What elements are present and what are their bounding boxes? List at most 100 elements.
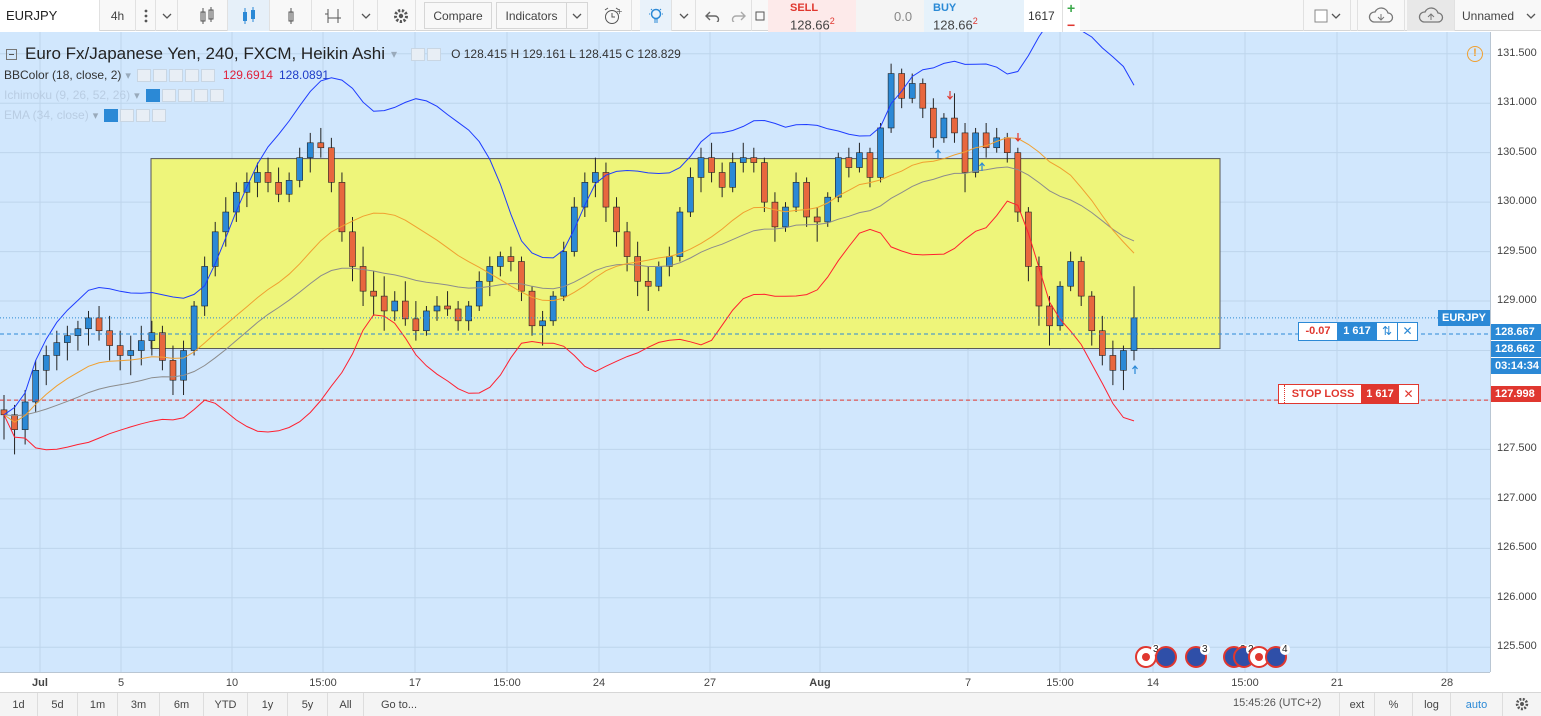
range-1y-button[interactable]: 1y: [248, 693, 288, 716]
save-cloud-icon[interactable]: [1407, 0, 1455, 31]
price-chart[interactable]: [0, 32, 1490, 672]
redo-icon[interactable]: [726, 0, 752, 31]
percent-scale-button[interactable]: %: [1375, 693, 1413, 716]
line-style-icon[interactable]: [312, 0, 354, 31]
sell-button[interactable]: SELL 128.662: [768, 0, 856, 36]
quantity-field[interactable]: 1617: [1024, 0, 1062, 36]
auto-scale-button[interactable]: auto: [1451, 693, 1503, 716]
collapse-legend-icon[interactable]: [6, 48, 17, 60]
candle-body: [95, 317, 103, 332]
ema-dropdown-icon[interactable]: ▾: [93, 109, 99, 122]
candle-body: [866, 152, 874, 178]
stop-loss-close-icon[interactable]: ✕: [1399, 385, 1418, 403]
candle-body: [211, 231, 219, 267]
ema-visibility-icon[interactable]: [104, 108, 119, 122]
goto-date-button[interactable]: Go to...: [364, 693, 434, 716]
position-pnl: -0.07: [1305, 325, 1331, 337]
bb-remove-icon[interactable]: [200, 68, 215, 82]
series-settings-icon[interactable]: [427, 47, 442, 61]
stop-loss-widget[interactable]: STOP LOSS 1 617 ✕: [1278, 384, 1419, 404]
ema-remove-icon[interactable]: [152, 108, 167, 122]
ema-add-icon[interactable]: [136, 108, 151, 122]
reverse-position-icon[interactable]: ⇅: [1377, 323, 1398, 340]
indicators-dropdown-icon[interactable]: [566, 2, 588, 29]
range-all-button[interactable]: All: [328, 693, 364, 716]
quantity-plus-button[interactable]: +: [1067, 0, 1075, 16]
interval-button[interactable]: 4h: [100, 0, 136, 31]
candle-body: [317, 142, 325, 149]
time-tick-label: 17: [408, 677, 422, 689]
ichimoku-remove-icon[interactable]: [209, 88, 224, 102]
bb-visibility-icon[interactable]: [136, 68, 151, 82]
quantity-minus-button[interactable]: −: [1067, 17, 1075, 33]
candle-body: [32, 369, 39, 403]
time-tick-label: 21: [1330, 677, 1344, 689]
candle-body: [306, 142, 314, 158]
chart-properties-gear-icon[interactable]: [1514, 696, 1530, 715]
interval-dropdown-icon[interactable]: [156, 0, 178, 31]
time-axis[interactable]: Jul 5 10 15:00 17 15:00 24 27 Aug 7 15:00 14 15:00 21…: [0, 672, 1490, 692]
time-tick-label: 15:00: [1231, 677, 1259, 689]
layout-name-button[interactable]: Unnamed: [1455, 0, 1521, 31]
time-tick-label: 28: [1440, 677, 1454, 689]
symbol-search-input[interactable]: [0, 0, 100, 31]
candle-body: [190, 305, 198, 351]
ichimoku-add-icon[interactable]: [193, 88, 208, 102]
log-scale-button[interactable]: log: [1413, 693, 1451, 716]
lightbulb-icon[interactable]: [640, 0, 672, 31]
candle-body: [718, 172, 726, 188]
sell-pip: 2: [829, 16, 835, 26]
range-6m-button[interactable]: 6m: [160, 693, 204, 716]
bars-style-icon[interactable]: [186, 0, 228, 31]
ideas-dropdown-icon[interactable]: [672, 0, 696, 31]
bb-dropdown-icon[interactable]: ▾: [125, 69, 131, 82]
candle-body: [254, 172, 261, 183]
series-dropdown-icon[interactable]: ▾: [391, 47, 397, 61]
ext-hours-button[interactable]: ext: [1339, 693, 1375, 716]
range-3m-button[interactable]: 3m: [118, 693, 160, 716]
candles-style-icon[interactable]: [270, 0, 312, 31]
range-1m-button[interactable]: 1m: [78, 693, 118, 716]
alert-clock-icon[interactable]: +: [594, 0, 632, 31]
ichimoku-settings-icon[interactable]: [161, 88, 176, 102]
compare-button[interactable]: Compare: [424, 2, 492, 29]
candle-body: [475, 280, 483, 307]
color-theme-button[interactable]: [1303, 0, 1351, 31]
settings-gear-icon[interactable]: [386, 0, 416, 31]
range-5y-button[interactable]: 5y: [288, 693, 328, 716]
range-1d-button[interactable]: 1d: [0, 693, 38, 716]
layout-dropdown-icon[interactable]: [1521, 0, 1541, 31]
candle-body: [697, 157, 705, 178]
buy-button[interactable]: BUY 128.662: [924, 0, 1024, 36]
candle-body: [264, 172, 272, 183]
load-cloud-icon[interactable]: [1357, 0, 1405, 31]
sell-signal-arrow: [947, 91, 953, 100]
bb-settings-icon[interactable]: [152, 68, 167, 82]
chart-pane[interactable]: Euro Fx/Japanese Yen, 240, FXCM, Heikin …: [0, 32, 1490, 672]
chart-style-dropdown-icon[interactable]: [354, 0, 378, 31]
heikin-ashi-style-icon[interactable]: [228, 0, 270, 31]
candle-body: [687, 177, 694, 213]
undo-icon[interactable]: [698, 0, 726, 31]
range-5d-button[interactable]: 5d: [38, 693, 78, 716]
indicators-button[interactable]: Indicators: [496, 2, 566, 29]
ichimoku-visibility-icon[interactable]: [145, 88, 160, 102]
position-widget[interactable]: -0.07 1 617 ⇅ ✕: [1298, 322, 1418, 341]
time-tick-label: 15:00: [1046, 677, 1074, 689]
candle-body: [845, 157, 853, 168]
ichimoku-source-icon[interactable]: [177, 88, 192, 102]
series-visibility-icon[interactable]: [411, 47, 426, 61]
ema-settings-icon[interactable]: [120, 108, 135, 122]
snapshot-icon[interactable]: [752, 0, 768, 31]
close-position-icon[interactable]: ✕: [1398, 323, 1417, 340]
bb-add-icon[interactable]: [184, 68, 199, 82]
data-warning-icon[interactable]: !: [1467, 46, 1483, 62]
more-intervals-icon[interactable]: [136, 0, 156, 31]
event-marker-eu-1[interactable]: [1155, 646, 1177, 668]
ichimoku-dropdown-icon[interactable]: ▾: [134, 89, 140, 102]
candle-body: [0, 409, 8, 416]
price-tick-label: 126.500: [1497, 541, 1537, 554]
candle-body: [1077, 261, 1085, 297]
bb-source-icon[interactable]: [168, 68, 183, 82]
range-ytd-button[interactable]: YTD: [204, 693, 248, 716]
